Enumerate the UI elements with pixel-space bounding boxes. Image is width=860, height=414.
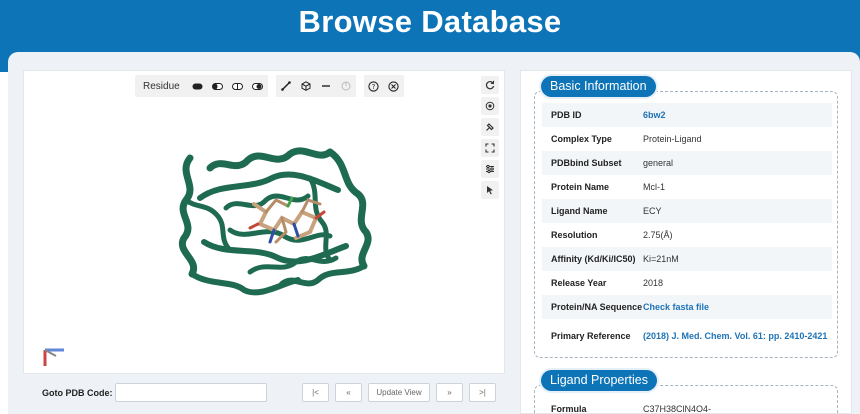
row-key: Affinity (Kd/Ki/IC50)	[551, 254, 636, 264]
update-view-button[interactable]: Update View	[368, 383, 430, 402]
paint-icon[interactable]	[481, 118, 499, 136]
toolbar-divider	[267, 75, 276, 97]
pdb-id-link[interactable]: 6bw2	[643, 110, 832, 120]
row-value: 2.75(Å)	[643, 230, 673, 240]
row-key: Formula	[551, 404, 587, 414]
ligand-properties-title: Ligand Properties	[541, 370, 657, 391]
goto-bar: Goto PDB Code: |< « Update View » >|	[23, 378, 505, 408]
table-row: Formula C37H38ClN4O4-	[542, 397, 832, 414]
row-key: Release Year	[551, 278, 607, 288]
row-value: 2018	[643, 278, 664, 288]
table-row: Resolution 2.75(Å)	[542, 223, 832, 247]
row-key: PDB ID	[551, 110, 582, 120]
table-row: Affinity (Kd/Ki/IC50) Ki=21nM	[542, 247, 832, 271]
row-value: Protein-Ligand	[643, 134, 702, 144]
viewer-side-tools	[481, 76, 499, 202]
style-outline-icon[interactable]	[228, 75, 248, 97]
row-key: Protein/NA Sequence	[551, 302, 643, 312]
table-row: PDB ID 6bw2	[542, 103, 832, 127]
basic-information-title: Basic Information	[541, 76, 656, 97]
basic-information-table: PDB ID 6bw2 Complex Type Protein-Ligand …	[542, 103, 832, 353]
table-row: PDBbind Subset general	[542, 151, 832, 175]
viewer-toolbar: Residue ?	[135, 75, 404, 97]
close-icon[interactable]	[384, 75, 404, 97]
page-title: Browse Database	[298, 4, 562, 39]
residue-selector[interactable]: Residue	[135, 81, 188, 92]
measure-icon[interactable]	[276, 75, 296, 97]
row-value: ECY	[643, 206, 662, 216]
svg-text:?: ?	[372, 83, 376, 91]
first-page-button[interactable]: |<	[302, 383, 329, 402]
row-key: Ligand Name	[551, 206, 608, 216]
toolbar-divider	[355, 75, 364, 97]
primary-reference-link[interactable]: (2018) J. Med. Chem. Vol. 61: pp. 2410-2…	[643, 330, 832, 342]
help-icon[interactable]: ?	[364, 75, 384, 97]
row-key: PDBbind Subset	[551, 158, 622, 168]
row-value: Mcl-1	[643, 182, 665, 192]
next-page-button[interactable]: »	[436, 383, 463, 402]
table-row: Complex Type Protein-Ligand	[542, 127, 832, 151]
fullscreen-icon[interactable]	[481, 139, 499, 157]
row-key: Protein Name	[551, 182, 610, 192]
table-row: Protein/NA Sequence Check fasta file	[542, 295, 832, 319]
protein-structure-render[interactable]	[170, 138, 380, 298]
table-row: Ligand Name ECY	[542, 199, 832, 223]
pdb-code-input[interactable]	[115, 383, 267, 402]
row-key: Complex Type	[551, 134, 612, 144]
rotate-icon[interactable]	[481, 76, 499, 94]
formula-value: C37H38ClN4O4-	[643, 404, 712, 414]
cube-icon[interactable]	[296, 75, 316, 97]
row-value: general	[643, 158, 674, 168]
goto-label: Goto PDB Code:	[42, 388, 113, 398]
disabled-circle-icon	[336, 75, 356, 97]
last-page-button[interactable]: >|	[469, 383, 496, 402]
row-key: Primary Reference	[551, 331, 631, 341]
table-row: Release Year 2018	[542, 271, 832, 295]
row-key: Resolution	[551, 230, 598, 240]
table-row: Protein Name Mcl-1	[542, 175, 832, 199]
fasta-link[interactable]: Check fasta file	[643, 302, 832, 312]
style-dot-icon[interactable]	[248, 75, 268, 97]
table-row: Primary Reference (2018) J. Med. Chem. V…	[542, 319, 832, 353]
row-value: Ki=21nM	[643, 254, 679, 264]
minus-icon[interactable]	[316, 75, 336, 97]
axes-orientation-indicator	[43, 348, 64, 366]
target-icon[interactable]	[481, 97, 499, 115]
style-cartoon-icon[interactable]	[188, 75, 208, 97]
settings-icon[interactable]	[481, 160, 499, 178]
prev-page-button[interactable]: «	[335, 383, 362, 402]
style-half-icon[interactable]	[208, 75, 228, 97]
cursor-icon[interactable]	[481, 181, 499, 199]
